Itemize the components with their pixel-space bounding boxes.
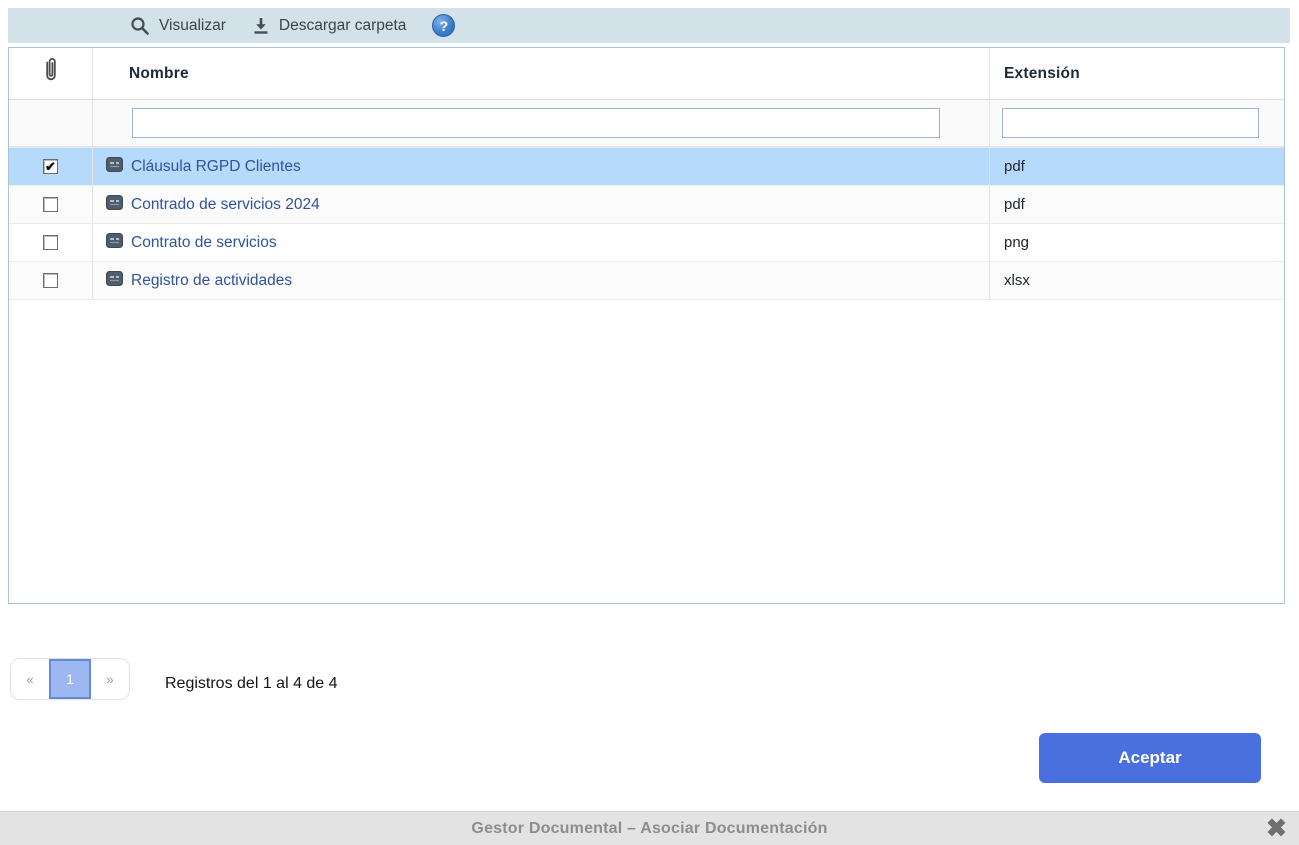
extension-value: pdf <box>1004 158 1025 175</box>
document-icon <box>106 195 123 215</box>
extension-value: pdf <box>1004 196 1025 213</box>
extension-filter-input[interactable] <box>1002 108 1259 138</box>
toolbar: Visualizar Descargar carpeta ? <box>8 8 1290 43</box>
extension-value: xlsx <box>1004 272 1030 289</box>
paperclip-icon <box>41 56 61 91</box>
pagination-prev-button[interactable]: « <box>11 659 49 699</box>
dialog-title: Gestor Documental – Asociar Documentació… <box>471 820 827 838</box>
asociar-documentacion-dialog: Visualizar Descargar carpeta ? <box>0 0 1299 845</box>
nombre-filter-input[interactable] <box>132 108 940 138</box>
table-row[interactable]: Cláusula RGPD Clientes pdf <box>9 148 1284 186</box>
document-icon <box>106 233 123 253</box>
visualizar-button[interactable]: Visualizar <box>130 16 226 36</box>
filter-nombre-cell <box>93 100 989 146</box>
row-extension-cell: xlsx <box>989 262 1284 299</box>
row-checkbox-cell <box>9 148 93 185</box>
attachment-column-header <box>9 48 93 99</box>
table-row[interactable]: Contrado de servicios 2024 pdf <box>9 186 1284 224</box>
table-filter-row <box>9 100 1284 148</box>
row-nombre-cell: Contrato de servicios <box>93 224 989 261</box>
row-nombre-cell: Registro de actividades <box>93 262 989 299</box>
document-link[interactable]: Contrato de servicios <box>131 234 277 252</box>
table-header-row: Nombre Extensión <box>9 48 1284 100</box>
pagination: « 1 » <box>10 658 130 700</box>
filter-extension-cell <box>989 100 1284 146</box>
row-checkbox[interactable] <box>43 197 58 212</box>
close-icon[interactable]: ✖ <box>1266 816 1287 841</box>
row-extension-cell: pdf <box>989 186 1284 223</box>
aceptar-button[interactable]: Aceptar <box>1039 733 1261 783</box>
nombre-column-header[interactable]: Nombre <box>93 48 989 99</box>
visualizar-label: Visualizar <box>159 17 226 35</box>
document-link[interactable]: Cláusula RGPD Clientes <box>131 158 301 176</box>
table-row[interactable]: Contrato de servicios png <box>9 224 1284 262</box>
descargar-carpeta-label: Descargar carpeta <box>279 17 407 35</box>
help-icon[interactable]: ? <box>432 14 455 37</box>
extension-column-header[interactable]: Extensión <box>989 48 1284 99</box>
nombre-header-label: Nombre <box>129 65 189 83</box>
pagination-page-1-button[interactable]: 1 <box>49 659 91 699</box>
pagination-next-button[interactable]: » <box>91 659 129 699</box>
download-icon <box>252 16 270 35</box>
search-icon <box>130 16 150 36</box>
row-extension-cell: png <box>989 224 1284 261</box>
records-summary: Registros del 1 al 4 de 4 <box>165 675 338 693</box>
document-link[interactable]: Registro de actividades <box>131 272 292 290</box>
document-icon <box>106 271 123 291</box>
filter-attach-cell <box>9 100 93 146</box>
document-link[interactable]: Contrado de servicios 2024 <box>131 196 320 214</box>
documents-table: Nombre Extensión <box>8 47 1285 604</box>
row-checkbox[interactable] <box>43 235 58 250</box>
row-checkbox[interactable] <box>43 159 58 174</box>
row-checkbox-cell <box>9 262 93 299</box>
row-nombre-cell: Cláusula RGPD Clientes <box>93 148 989 185</box>
extension-value: png <box>1004 234 1029 251</box>
row-checkbox-cell <box>9 224 93 261</box>
document-icon <box>106 157 123 177</box>
row-checkbox-cell <box>9 186 93 223</box>
row-extension-cell: pdf <box>989 148 1284 185</box>
row-checkbox[interactable] <box>43 273 58 288</box>
table-row[interactable]: Registro de actividades xlsx <box>9 262 1284 300</box>
extension-header-label: Extensión <box>1004 65 1080 83</box>
dialog-title-bar: Gestor Documental – Asociar Documentació… <box>0 811 1299 845</box>
descargar-carpeta-button[interactable]: Descargar carpeta <box>252 16 407 35</box>
row-nombre-cell: Contrado de servicios 2024 <box>93 186 989 223</box>
